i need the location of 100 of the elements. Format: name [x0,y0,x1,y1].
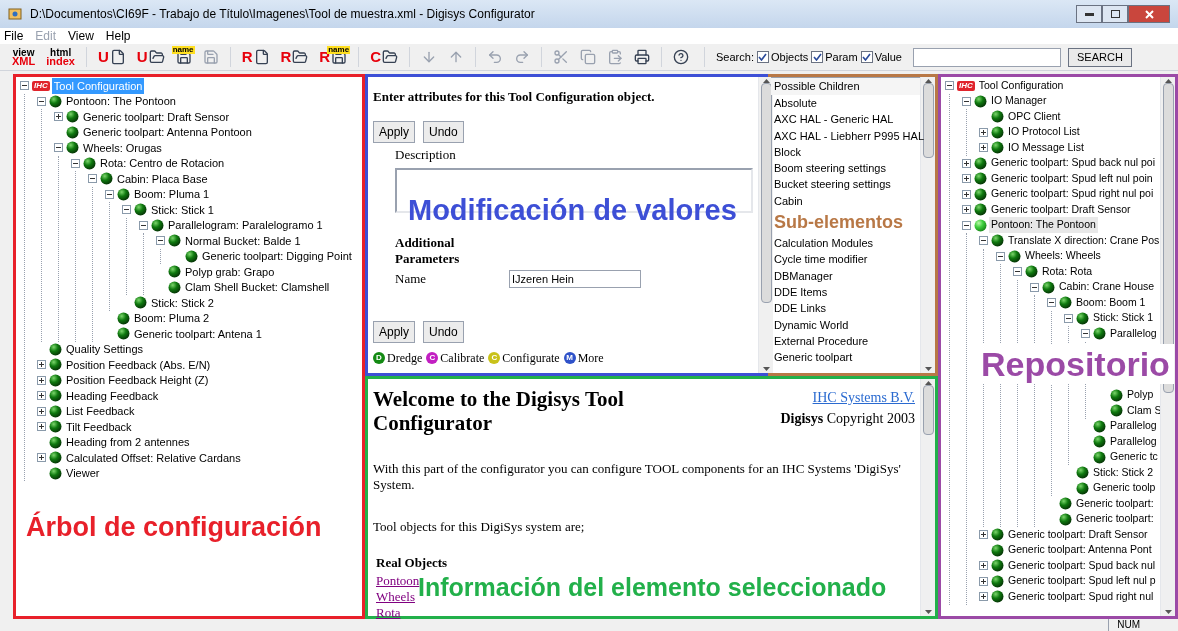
expand-icon[interactable] [54,112,63,122]
tree-item[interactable]: Rota: Rota [1040,263,1095,280]
minimize-button[interactable] [1076,5,1102,23]
list-item[interactable]: Calculation Modules [771,235,920,252]
search-field[interactable] [913,47,1061,67]
expand-icon[interactable] [37,453,46,463]
expand-icon[interactable] [979,530,988,540]
tree-item[interactable]: Translate X direction: Crane Pos [1006,232,1160,249]
toolbar-button[interactable]: C [366,45,403,69]
tree-item[interactable]: Stick: Stick 2 [149,294,216,311]
tree-item[interactable]: Stick: Stick 2 [1091,464,1156,481]
toolbar-button[interactable]: R [237,45,274,69]
tree-item[interactable]: Generic toolpart: Spud right nul [1006,588,1156,605]
view-toggle-button[interactable]: view XML [8,48,40,66]
tree-item[interactable]: Pontoon: The Pontoon [989,217,1098,234]
tree-item[interactable]: Generic toolpart: Draft Sensor [1006,526,1150,543]
tree-item[interactable]: Position Feedback (Abs. E/N) [64,356,213,373]
object-link[interactable]: Wheels [376,588,415,605]
form-button[interactable]: Apply [373,320,416,343]
scroll-thumb[interactable] [922,83,934,158]
collapse-icon[interactable] [1030,282,1039,292]
view-toggle-button[interactable]: html index [42,48,79,66]
tree-item[interactable]: Viewer [64,465,102,482]
collapse-icon[interactable] [996,251,1005,261]
scrollbar[interactable] [758,77,773,373]
list-item[interactable]: Block [771,143,920,161]
list-item[interactable]: DDE Links [771,300,920,317]
tree-item[interactable]: Pontoon: The Pontoon [64,93,178,110]
expand-icon[interactable] [962,174,971,184]
expand-icon[interactable] [979,561,988,571]
toolbar-button[interactable]: R [276,45,313,69]
menu-item[interactable]: File [4,27,24,45]
tree-item[interactable]: Parallelog [1108,433,1159,450]
tree-item[interactable]: Generic toolpart: [1074,511,1156,528]
tree-item[interactable]: Clam Shell Bucket: Clamshell [183,279,332,296]
collapse-icon[interactable] [37,96,46,106]
tree-item[interactable]: Tilt Feedback [64,418,134,435]
toolbar-button[interactable]: U [93,45,130,69]
object-link[interactable]: Pontoon [376,572,420,589]
list-item[interactable]: Boom steering settings [771,160,920,177]
scrollbar[interactable] [920,379,935,616]
tree-item[interactable]: Parallelogram: Paralelogramo 1 [166,217,325,234]
tree-item[interactable]: Parallelog [1108,418,1159,435]
collapse-icon[interactable] [105,189,114,199]
menu-item[interactable]: View [68,27,94,45]
expand-icon[interactable] [962,158,971,168]
tree-item[interactable]: Generic toolpart: Antenna Pontoon [81,124,254,141]
expand-icon[interactable] [962,205,971,215]
scroll-down-icon[interactable] [924,367,932,371]
name-field[interactable]: IJzeren Hein [509,269,641,288]
collapse-icon[interactable] [1081,329,1090,339]
list-item[interactable]: External Procedure [771,332,920,350]
collapse-icon[interactable] [1013,267,1022,277]
tree-item[interactable]: Tool Configuration [976,77,1066,94]
tree-item[interactable]: Generic toolpart: Spud right nul poi [989,186,1156,203]
search-button[interactable]: SEARCH [1068,47,1132,67]
toolbar-button[interactable]: U [132,45,169,69]
tree-item[interactable]: List Feedback [64,403,137,420]
tree-item[interactable]: Polyp [1125,387,1156,404]
tree-item[interactable]: Generic toolpart: Digging Point [200,248,354,265]
expand-icon[interactable] [37,375,46,385]
tree-item[interactable]: Quality Settings [64,341,146,358]
tree-item[interactable]: Stick: Stick 1 [149,201,216,218]
maximize-button[interactable] [1102,5,1128,23]
checkbox[interactable] [756,51,769,63]
menu-item[interactable]: Help [105,27,131,45]
tree-item[interactable]: Normal Bucket: Balde 1 [183,232,303,249]
form-button[interactable]: Apply [373,120,416,143]
tree-item[interactable]: Boom: Boom 1 [1074,294,1148,311]
tree-item[interactable]: Boom: Pluma 2 [132,310,212,327]
collapse-icon[interactable] [945,81,954,91]
tree-item[interactable]: Cabin: Placa Base [115,170,210,187]
tree-item[interactable]: OPC Client [1006,108,1063,125]
expand-icon[interactable] [979,592,988,602]
tree-item[interactable]: Parallelog [1108,325,1159,342]
expand-icon[interactable] [979,127,988,137]
tree-item[interactable]: Generic toolpart: [1074,495,1156,512]
tree-item[interactable]: Heading Feedback [64,387,161,404]
list-item[interactable]: Absolute [771,95,920,112]
collapse-icon[interactable] [122,205,131,215]
list-item[interactable]: DDE Items [771,283,920,301]
form-button[interactable]: Undo [423,120,464,143]
tree-item[interactable]: Generic toolpart: Spud left nul p [1006,573,1158,590]
expand-icon[interactable] [37,406,46,416]
collapse-icon[interactable] [139,220,148,230]
tree-item[interactable]: Heading from 2 antennes [64,434,192,451]
tree-item[interactable]: Stick: Stick 1 [1091,310,1156,327]
list-item[interactable]: DBManager [771,267,920,284]
checkbox[interactable] [860,51,873,63]
list-item[interactable]: Cabin [771,192,920,210]
tree-item[interactable]: Cabin: Crane House [1057,279,1157,296]
scroll-thumb[interactable] [760,83,772,303]
tree-item[interactable]: Polyp grab: Grapo [183,263,277,280]
toolbar-button[interactable]: name [171,45,196,69]
collapse-icon[interactable] [156,236,165,246]
tree-item[interactable]: Generic toolpart: Draft Sensor [81,108,232,125]
tree-item[interactable]: Generic toolpart: Spud left nul poin [989,170,1155,187]
list-item[interactable]: AXC HAL - Generic HAL [771,111,920,128]
tree-item[interactable]: Generic toolpart: Draft Sensor [989,201,1133,218]
tree-item[interactable]: Wheels: Wheels [1023,248,1103,265]
